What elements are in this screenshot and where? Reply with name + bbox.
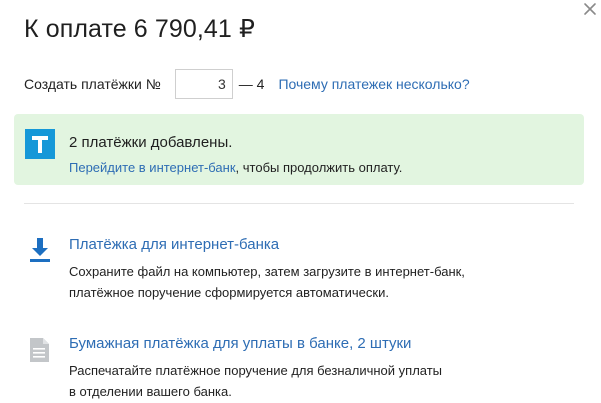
go-to-internet-bank-link[interactable]: Перейдите в интернет-банк (69, 160, 236, 175)
banner-title: 2 платёжки добавлены. (69, 134, 233, 151)
banner-message-suffix: , чтобы продолжить оплату. (235, 160, 403, 175)
description-line: Распечатайте платёжное поручение для без… (69, 363, 443, 378)
paper-payment-description: Распечатайте платёжное поручение для без… (69, 360, 442, 402)
payment-number-input[interactable] (174, 69, 233, 99)
paper-payment-link[interactable]: Бумажная платёжка для уплаты в банке, 2 … (69, 335, 411, 352)
description-line: Сохраните файл на компьютер, затем загру… (69, 264, 465, 279)
why-several-link[interactable]: Почему платежек несколько? (278, 76, 469, 92)
success-banner: 2 платёжки добавлены. Перейдите в интерн… (14, 114, 584, 185)
divider (24, 203, 574, 204)
create-payments-row: Создать платёжки № — 4 Почему платежек н… (24, 68, 470, 100)
payment-range-end: — 4 (238, 76, 265, 92)
internet-bank-payment-description: Сохраните файл на компьютер, затем загру… (69, 261, 465, 303)
download-icon[interactable] (29, 237, 51, 263)
document-icon[interactable] (29, 337, 51, 363)
bank-logo-icon (25, 129, 55, 159)
banner-message: Перейдите в интернет-банк, чтобы продолж… (69, 160, 402, 175)
description-line: в отделении вашего банка. (69, 384, 232, 399)
close-icon[interactable] (583, 2, 597, 16)
create-payments-label: Создать платёжки № (24, 76, 161, 92)
description-line: платёжное поручение сформируется автомат… (69, 285, 389, 300)
dialog-title: К оплате 6 790,41 ₽ (24, 15, 255, 43)
internet-bank-payment-link[interactable]: Платёжка для интернет-банка (69, 236, 279, 253)
